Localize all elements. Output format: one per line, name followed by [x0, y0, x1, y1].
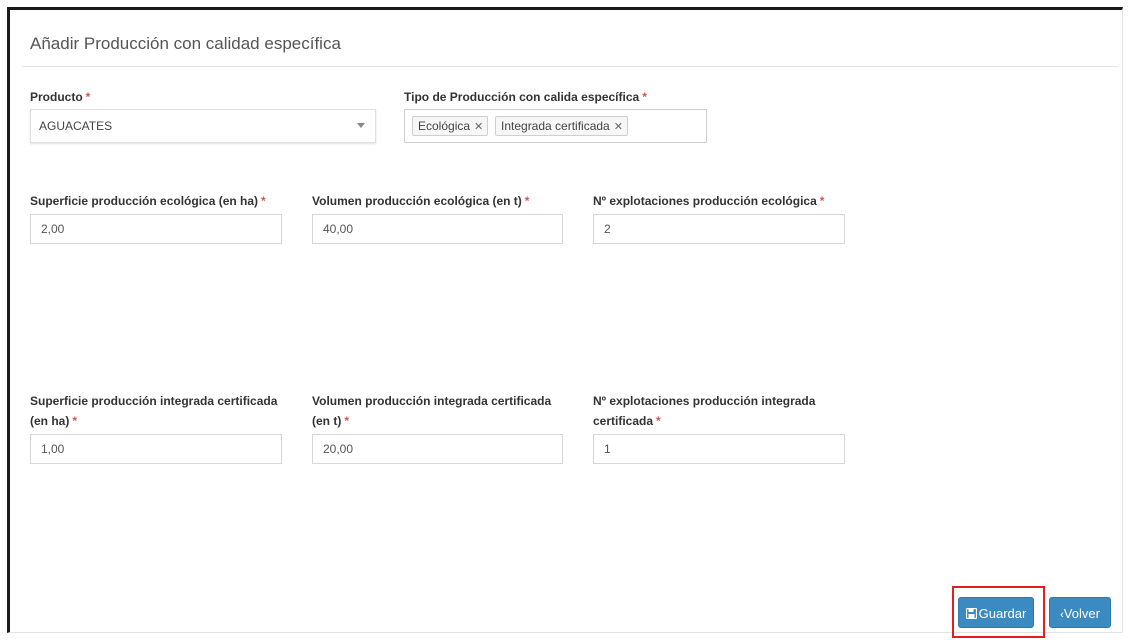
title-divider: [22, 66, 1118, 67]
save-button[interactable]: Guardar: [958, 597, 1034, 628]
save-icon: [965, 599, 977, 630]
tag-label: Integrada certificada: [501, 119, 610, 133]
explotaciones-ecologica-label: Nº explotaciones producción ecológica *: [593, 191, 824, 211]
tipo-multiselect[interactable]: Ecológica ✕ Integrada certificada ✕: [404, 109, 707, 143]
tipo-label-text: Tipo de Producción con calida específica: [404, 90, 640, 104]
save-button-label: Guardar: [978, 606, 1027, 621]
superficie-integrada-label-line2: (en ha): [30, 414, 70, 428]
required-mark: *: [344, 414, 349, 428]
close-icon[interactable]: ✕: [614, 121, 623, 133]
volumen-integrada-label-line2: (en t): [312, 414, 342, 428]
superficie-integrada-label: Superficie producción integrada certific…: [30, 391, 277, 431]
back-button[interactable]: ‹Volver: [1049, 597, 1111, 628]
explotaciones-ecologica-input[interactable]: 2: [593, 214, 845, 244]
required-mark: *: [85, 90, 91, 104]
explotaciones-integrada-label: Nº explotaciones producción integrada ce…: [593, 391, 815, 431]
producto-label-text: Producto: [30, 90, 83, 104]
superficie-ecologica-label-text: Superficie producción ecológica (en ha): [30, 194, 259, 208]
chevron-down-icon: [357, 123, 365, 128]
close-icon[interactable]: ✕: [474, 121, 483, 133]
required-mark: *: [261, 194, 266, 208]
tag-label: Ecológica: [418, 119, 471, 133]
required-mark: *: [72, 414, 78, 428]
producto-label: Producto *: [30, 87, 90, 107]
tag-integrada-certificada: Integrada certificada ✕: [495, 116, 628, 136]
required-mark: *: [656, 414, 661, 428]
explotaciones-integrada-input[interactable]: 1: [593, 434, 845, 464]
superficie-integrada-input[interactable]: 1,00: [30, 434, 282, 464]
explotaciones-integrada-label-line1: Nº explotaciones producción integrada: [593, 394, 816, 408]
volumen-integrada-label-line1: Volumen producción integrada certificada: [312, 394, 552, 408]
volumen-integrada-input[interactable]: 20,00: [312, 434, 563, 464]
tag-ecologica: Ecológica ✕: [412, 116, 489, 136]
volumen-ecologica-input[interactable]: 40,00: [312, 214, 563, 244]
superficie-integrada-label-line1: Superficie producción integrada certific…: [30, 394, 278, 408]
back-button-label: Volver: [1063, 606, 1100, 621]
producto-select-value: AGUACATES: [39, 119, 113, 133]
producto-select[interactable]: AGUACATES: [30, 109, 376, 143]
page-title: Añadir Producción con calidad específica: [30, 34, 341, 53]
volumen-integrada-label: Volumen producción integrada certificada…: [312, 391, 551, 431]
volumen-ecologica-label: Volumen producción ecológica (en t) *: [312, 191, 529, 211]
required-mark: *: [524, 194, 530, 208]
required-mark: *: [642, 90, 647, 104]
superficie-ecologica-input[interactable]: 2,00: [30, 214, 282, 244]
tipo-label: Tipo de Producción con calida específica…: [404, 87, 647, 107]
volumen-ecologica-label-text: Volumen producción ecológica (en t): [312, 194, 522, 208]
superficie-ecologica-label: Superficie producción ecológica (en ha) *: [30, 191, 266, 211]
explotaciones-integrada-label-line2: certificada: [593, 414, 654, 428]
required-mark: *: [819, 194, 825, 208]
explotaciones-ecologica-label-text: Nº explotaciones producción ecológica: [593, 194, 817, 208]
